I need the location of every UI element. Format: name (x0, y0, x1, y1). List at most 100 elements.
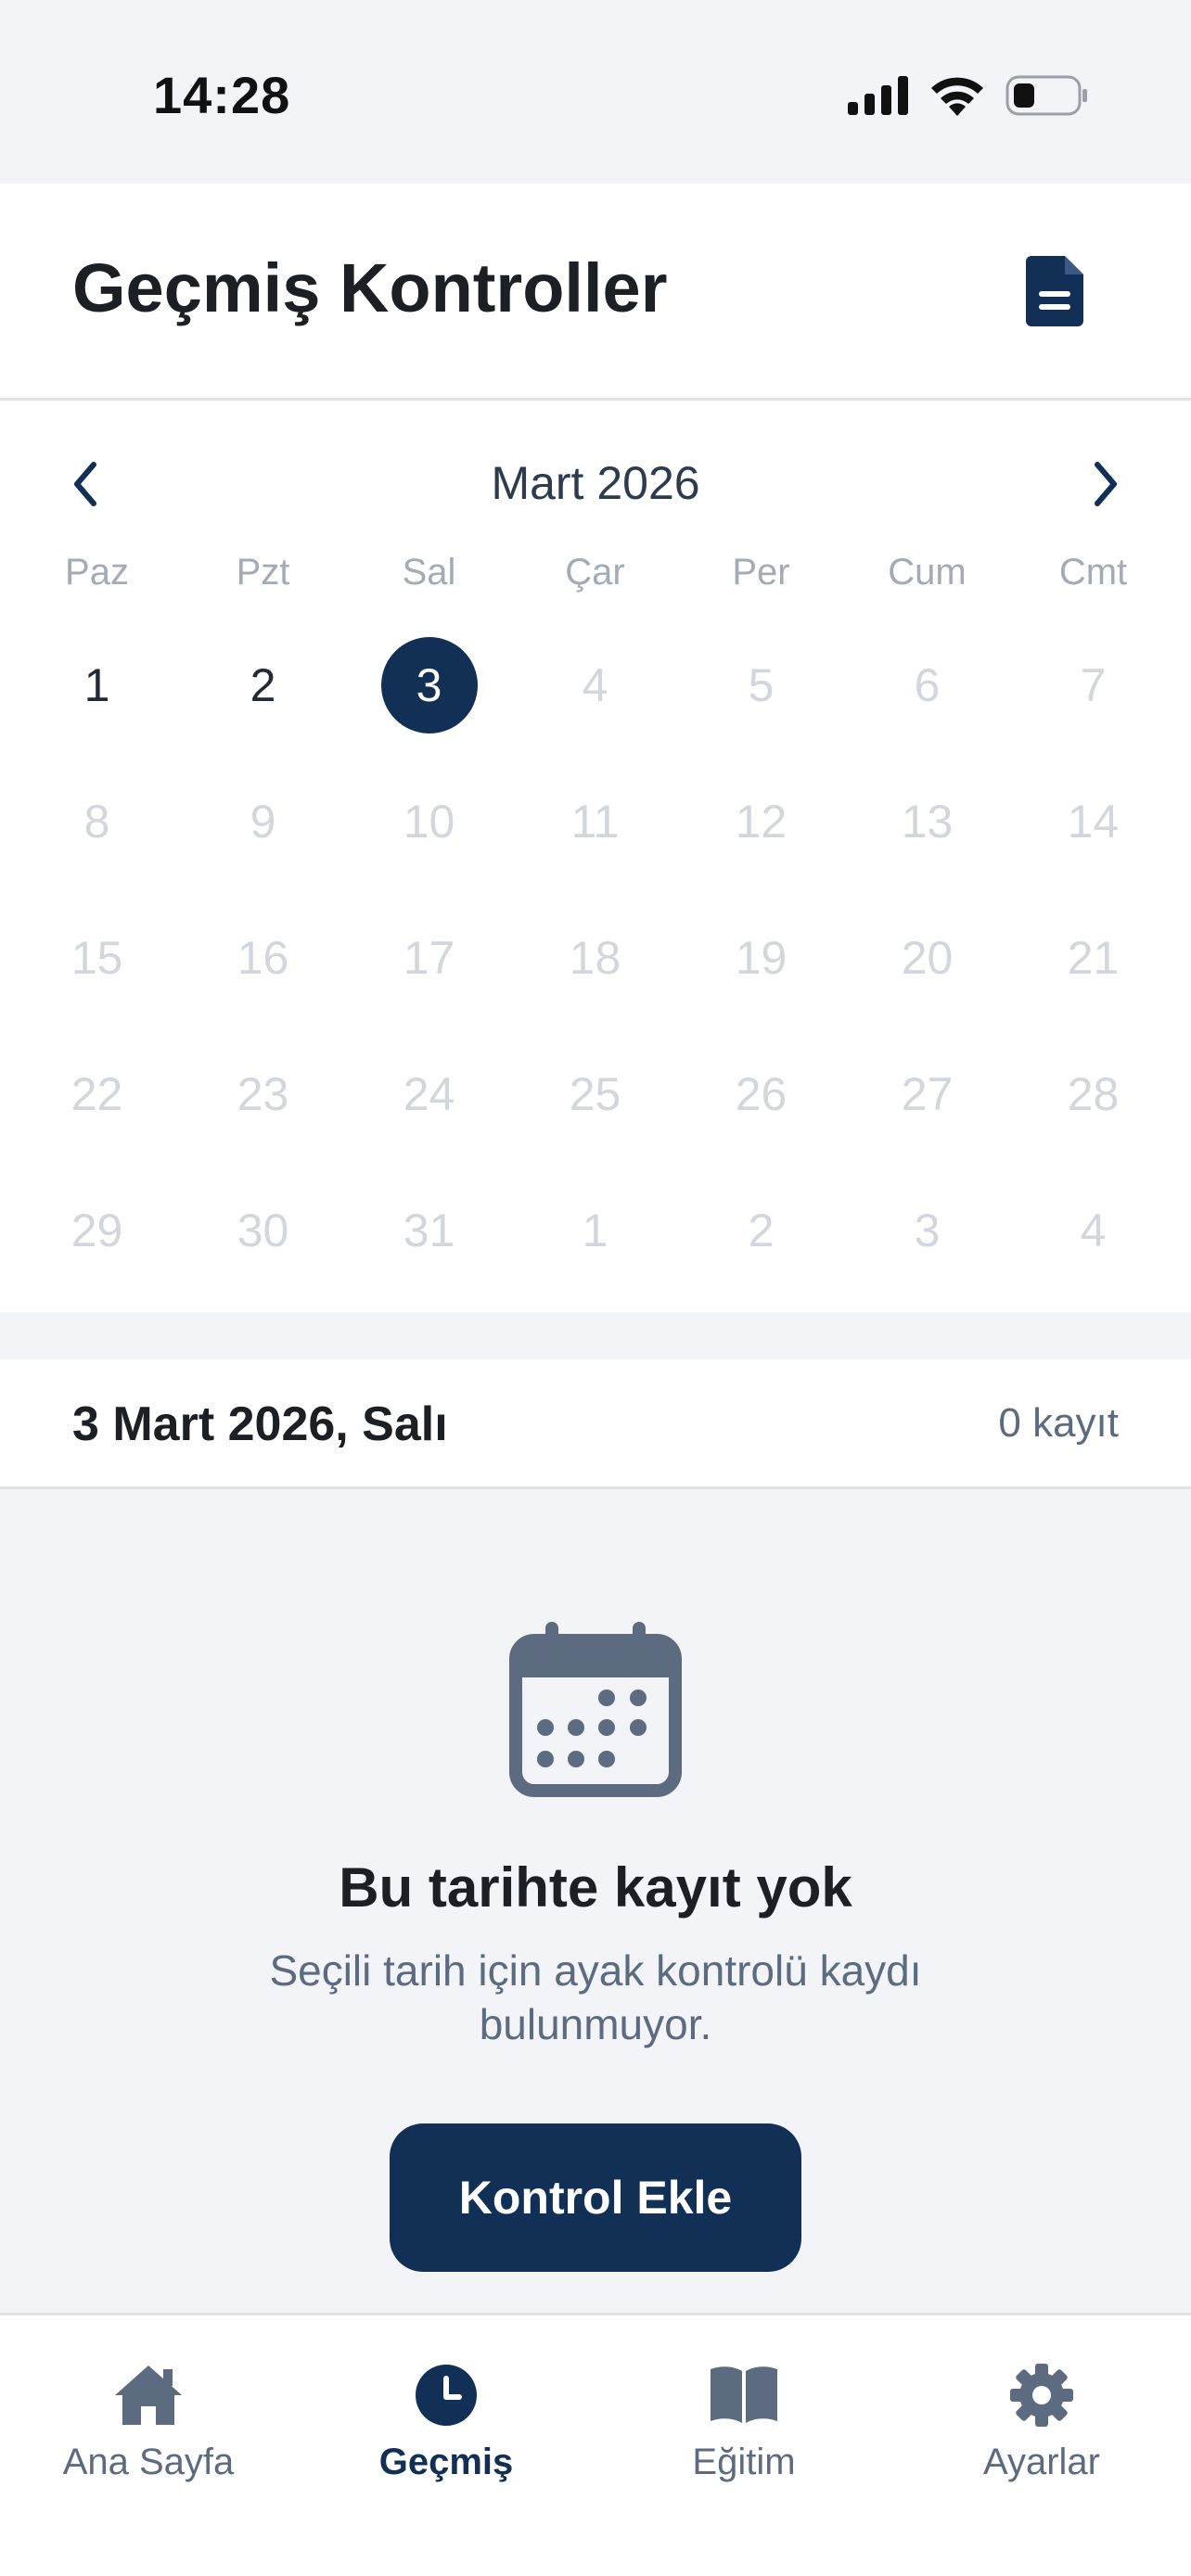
selected-date-label: 3 Mart 2026, Salı (72, 1397, 448, 1451)
calendar-day-number: 2 (748, 1205, 775, 1256)
calendar-day: 3 (844, 1182, 1010, 1319)
calendar-day: 8 (14, 773, 180, 910)
calendar-day: 1 (512, 1182, 678, 1319)
calendar-day: 6 (844, 637, 1010, 773)
calendar-day-number: 26 (735, 1068, 788, 1120)
calendar-day: 17 (346, 910, 512, 1046)
tab-education[interactable]: Eğitim (623, 2362, 864, 2501)
signal-icon (848, 76, 908, 115)
page-header: Geçmiş Kontroller (0, 184, 1191, 401)
tab-label: Eğitim (692, 2442, 796, 2482)
next-month-button[interactable] (1078, 456, 1133, 512)
calendar-day: 7 (1010, 637, 1176, 773)
tab-home[interactable]: Ana Sayfa (28, 2362, 269, 2501)
calendar-day-number: 25 (569, 1068, 621, 1120)
calendar-day: 28 (1010, 1046, 1176, 1182)
calendar-day-number: 7 (1080, 659, 1107, 711)
calendar-day-number: 13 (901, 796, 954, 848)
calendar-day[interactable]: 3 (346, 637, 512, 773)
book-icon (711, 2366, 777, 2423)
calendar-day: 29 (14, 1182, 180, 1319)
calendar-day: 18 (512, 910, 678, 1046)
calendar-day-number: 9 (250, 796, 276, 848)
calendar-day-number: 2 (250, 659, 276, 711)
calendar-day: 9 (180, 773, 346, 910)
gear-icon (1010, 2364, 1073, 2427)
battery-icon (1005, 75, 1087, 116)
clock-icon (416, 2365, 477, 2426)
document-icon (1026, 256, 1083, 326)
calendar-day: 11 (512, 773, 678, 910)
calendar-grid: Paz Pzt Sal Çar Per Cum Cmt 1 2 3 4 5 6 7 8 9 10 1… (14, 544, 1177, 1319)
wifi-icon (931, 77, 983, 116)
tab-label: Ana Sayfa (62, 2442, 235, 2482)
calendar-day: 10 (346, 773, 512, 910)
tab-label: Ayarlar (983, 2442, 1100, 2482)
calendar-day-number: 20 (901, 932, 954, 984)
calendar-day-number: 4 (582, 659, 608, 711)
calendar-day-number: 12 (735, 796, 788, 848)
empty-state-title: Bu tarihte kayıt yok (339, 1856, 852, 1919)
calendar-icon (509, 1622, 682, 1797)
report-button[interactable] (1024, 256, 1089, 326)
calendar-day-number: 10 (403, 796, 455, 848)
calendar-day: 2 (678, 1182, 844, 1319)
weekday-label: Pzt (236, 552, 290, 593)
calendar-day[interactable]: 2 (180, 637, 346, 773)
tab-label: Geçmiş (378, 2442, 514, 2482)
calendar-day: 13 (844, 773, 1010, 910)
calendar-day[interactable]: 1 (14, 637, 180, 773)
calendar-day: 5 (678, 637, 844, 773)
calendar-day-number: 27 (901, 1068, 954, 1120)
calendar-day-number: 17 (403, 932, 455, 984)
chevron-right-icon (1095, 462, 1117, 506)
calendar-day: 24 (346, 1046, 512, 1182)
add-control-button[interactable]: Kontrol Ekle (390, 2123, 801, 2272)
calendar-day-number: 14 (1067, 796, 1120, 848)
calendar-day-number: 15 (70, 932, 123, 984)
calendar-day-number: 3 (380, 637, 478, 733)
home-icon (115, 2366, 182, 2425)
weekday-label: Sal (402, 552, 456, 593)
selected-date-bar: 3 Mart 2026, Salı 0 kayıt (0, 1359, 1191, 1489)
weekday-label: Cum (888, 552, 967, 593)
calendar-day-number: 29 (70, 1205, 123, 1256)
calendar-day-number: 11 (570, 796, 620, 848)
calendar-day: 25 (512, 1046, 678, 1182)
weekday-label: Çar (565, 552, 625, 593)
calendar-day-number: 5 (748, 659, 775, 711)
status-time: 14:28 (153, 66, 291, 124)
calendar-day: 26 (678, 1046, 844, 1182)
tab-bar: Ana Sayfa Geçmiş Eğitim Ayarlar (0, 2313, 1191, 2576)
calendar-day: 12 (678, 773, 844, 910)
calendar-day: 21 (1010, 910, 1176, 1046)
calendar-day: 16 (180, 910, 346, 1046)
tab-history[interactable]: Geçmiş (326, 2362, 567, 2501)
calendar-day: 15 (14, 910, 180, 1046)
empty-state: Bu tarihte kayıt yok Seçili tarih için a… (0, 1489, 1191, 2315)
calendar-day: 19 (678, 910, 844, 1046)
calendar-day-number: 23 (237, 1068, 289, 1120)
calendar-day-number: 16 (237, 932, 289, 984)
calendar-day-number: 8 (83, 796, 110, 848)
calendar-day-number: 1 (582, 1205, 608, 1256)
empty-state-description: Seçili tarih için ayak kontrolü kaydı bu… (269, 1946, 922, 2048)
calendar-day-number: 4 (1080, 1205, 1107, 1256)
calendar-day: 20 (844, 910, 1010, 1046)
weekday-label: Cmt (1058, 552, 1128, 593)
calendar-day-number: 24 (403, 1068, 455, 1120)
calendar-day: 30 (180, 1182, 346, 1319)
tab-settings[interactable]: Ayarlar (921, 2362, 1162, 2501)
calendar-day: 4 (1010, 1182, 1176, 1319)
calendar-day: 31 (346, 1182, 512, 1319)
calendar-day: 27 (844, 1046, 1010, 1182)
record-count: 0 kayıt (998, 1400, 1119, 1446)
calendar-day: 4 (512, 637, 678, 773)
calendar-day-number: 30 (237, 1205, 289, 1256)
calendar-day-number: 31 (403, 1205, 455, 1256)
calendar-nav: Mart 2026 (0, 447, 1191, 521)
weekday-label: Paz (65, 552, 129, 593)
calendar-day-number: 19 (735, 932, 788, 984)
month-label: Mart 2026 (491, 457, 700, 509)
calendar-day-number: 3 (914, 1205, 941, 1256)
